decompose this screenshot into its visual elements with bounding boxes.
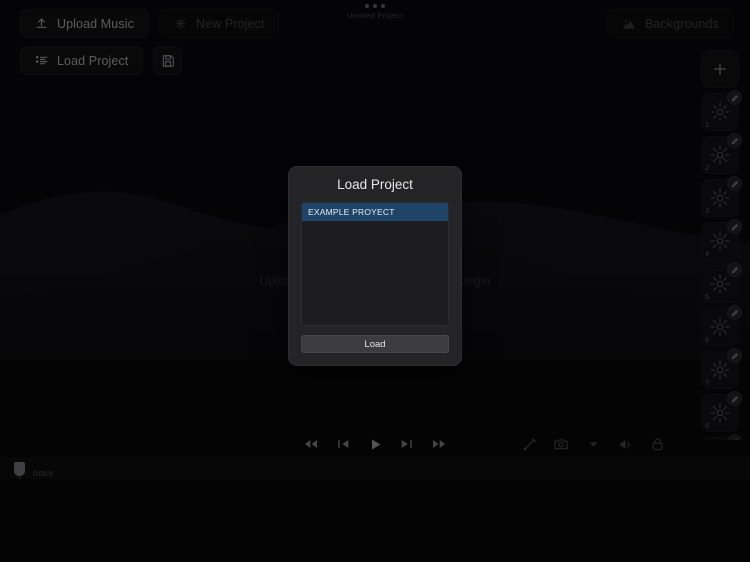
dialog-title: Load Project: [337, 177, 413, 192]
app-root: Upload a music, or load a project to beg…: [0, 0, 750, 562]
load-project-dialog: Load Project EXAMPLE PROYECT Load: [288, 166, 462, 366]
project-list-item[interactable]: EXAMPLE PROYECT: [302, 203, 448, 221]
project-list[interactable]: EXAMPLE PROYECT: [301, 202, 449, 326]
load-confirm-button[interactable]: Load: [301, 335, 449, 353]
